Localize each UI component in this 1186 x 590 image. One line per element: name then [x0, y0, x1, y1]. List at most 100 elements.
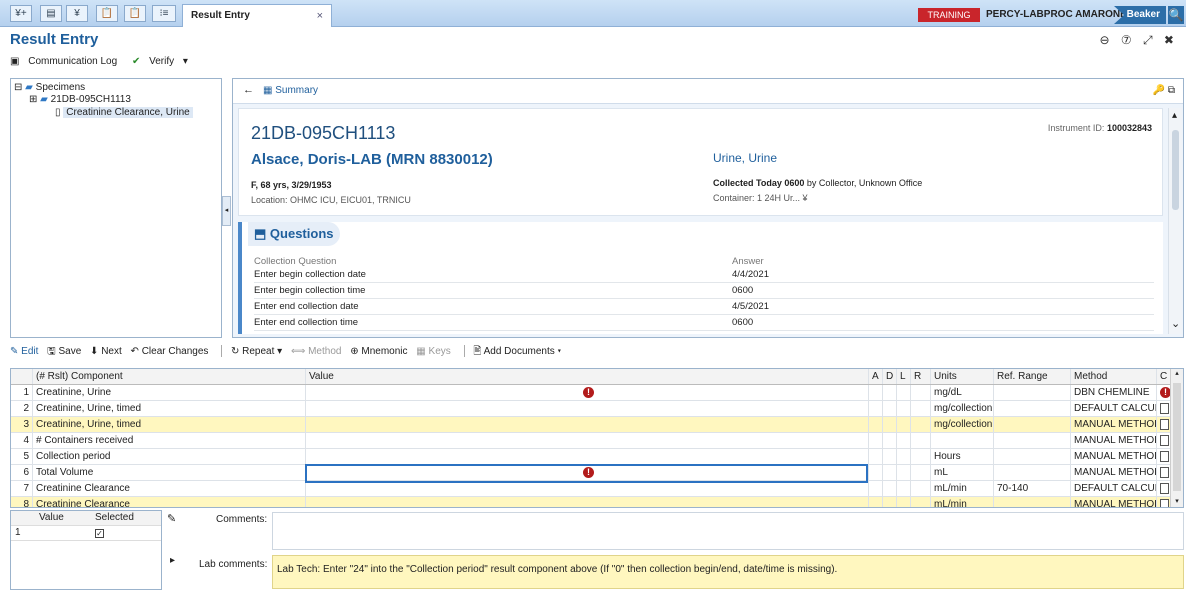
summary-scrollbar[interactable]: ▴ ⌄ [1168, 108, 1182, 334]
questions-header[interactable]: ⬒ Questions [248, 222, 340, 246]
active-value-cell[interactable] [305, 464, 868, 483]
lab-comments-label: Lab comments: [199, 559, 268, 570]
value-cell[interactable] [306, 417, 869, 432]
questions-icon: ⬒ [254, 226, 267, 241]
close-icon[interactable]: × [317, 5, 323, 27]
pencil-icon[interactable]: ✎ [167, 512, 176, 525]
table-row[interactable]: 2 Creatinine, Urine, timed mg/collection… [11, 401, 1171, 417]
table-row[interactable]: 5 Collection period Hours MANUAL METHOD [11, 449, 1171, 465]
document-icon [1160, 498, 1169, 507]
table-row[interactable]: 7 Creatinine Clearance mL/min 70-140 DEF… [11, 481, 1171, 497]
col-value[interactable]: Value [306, 369, 869, 384]
selection-row[interactable]: 1 ✓ [11, 526, 161, 541]
next-button[interactable]: ⬇ Next [90, 346, 122, 357]
add-documents-button[interactable]: 🖹 Add Documents ▾ [473, 346, 561, 357]
folder-icon: ▰ [25, 82, 33, 93]
top-bar: ¥+ ▤ ¥ 📋 📋 ⁝≡ Result Entry × TRAINING PE… [0, 0, 1186, 27]
clipboard2-button[interactable]: 📋 [124, 5, 146, 22]
question-row: Enter end collection time 0600 [254, 315, 1154, 331]
question-row: Enter begin collection time 0600 [254, 283, 1154, 299]
col-units[interactable]: Units [931, 369, 994, 384]
col-component[interactable]: (# Rslt) Component [33, 369, 306, 384]
lab-comments-field: Lab Tech: Enter "24" into the "Collectio… [272, 555, 1184, 589]
value-cell[interactable] [306, 497, 869, 507]
grid-scrollbar[interactable]: ▴ ▾ [1170, 369, 1183, 507]
value-cell[interactable] [306, 433, 869, 448]
worklist-button[interactable]: ⁝≡ [152, 5, 176, 22]
table-row[interactable]: 1 Creatinine, Urine ! mg/dL DBN CHEMLINE… [11, 385, 1171, 401]
collection-info: Collected Today 0600 by Collector, Unkno… [713, 178, 923, 188]
table-row[interactable]: 8 Creatinine Clearance mL/min MANUAL MET… [11, 497, 1171, 507]
collapse-left-pane-button[interactable]: ◂ [222, 196, 231, 226]
col-r[interactable]: R [911, 369, 931, 384]
communication-log-button[interactable]: ▣ Communication Log [10, 56, 126, 67]
col-l[interactable]: L [897, 369, 911, 384]
col-method[interactable]: Method [1071, 369, 1157, 384]
document-icon [1160, 434, 1169, 446]
value-cell[interactable]: ! [306, 385, 869, 400]
user-name[interactable]: PERCY-LABPROC AMARONE [986, 8, 1127, 22]
comments-field[interactable] [272, 512, 1184, 550]
clipboard-button[interactable]: 📋 [96, 5, 118, 22]
specimen-tree: ⊟ ▰ Specimens ⊞ ▰ 21DB-095CH1113 ▯ Creat… [10, 78, 222, 338]
chevron-down-icon: ▾ [182, 56, 188, 67]
pane-tools-icon[interactable]: 🔑 ⧉ [1153, 85, 1175, 96]
document-icon [1160, 466, 1169, 478]
repeat-button[interactable]: ↻ Repeat ▾ [231, 346, 282, 357]
value-cell[interactable] [306, 481, 869, 496]
method-button[interactable]: ⟺ Method [291, 346, 341, 357]
questions-section: ⬒ Questions Collection Question Answer E… [238, 222, 1163, 334]
window-controls[interactable]: ⊖ ⑦ ⤢ ✖ [1100, 33, 1178, 48]
comments-label: Comments: [216, 514, 268, 525]
col-c[interactable]: C [1157, 369, 1171, 384]
expand-arrow-icon[interactable]: ▸ [170, 555, 175, 566]
selected-checkbox[interactable]: ✓ [95, 529, 104, 538]
patient-demographics: F, 68 yrs, 3/29/1953 [251, 180, 332, 190]
tab-label: Result Entry [191, 10, 250, 21]
collapse-icon[interactable]: ⊟ [14, 82, 22, 93]
scroll-up-icon[interactable]: ▴ [1171, 369, 1183, 377]
selection-header: Value Selected [11, 511, 161, 526]
search-icon[interactable]: 🔍 [1168, 6, 1184, 24]
value-cell[interactable] [306, 449, 869, 464]
keys-button[interactable]: ▦ Keys [416, 346, 450, 357]
add-specimen-button[interactable]: ¥+ [10, 5, 32, 22]
document-icon [1160, 418, 1169, 430]
scroll-thumb[interactable] [1172, 130, 1179, 210]
tree-test[interactable]: ▯ Creatinine Clearance, Urine [55, 107, 193, 118]
value-cell[interactable] [306, 401, 869, 416]
specimen-summary-card: 21DB-095CH1113 Instrument ID: 100032843 … [238, 108, 1163, 216]
specimen-id: 21DB-095CH1113 [251, 123, 396, 143]
tab-summary[interactable]: ▦ Summary [263, 85, 318, 96]
back-icon[interactable]: ← [243, 84, 254, 96]
list-button[interactable]: ▤ [40, 5, 62, 22]
edit-button[interactable]: ✎ Edit [10, 346, 38, 357]
result-toolbar: ✎ Edit 🖫 Save ⬇ Next ↶ Clear Changes ↻ R… [10, 344, 1184, 360]
scroll-up-icon[interactable]: ▴ [1172, 110, 1177, 121]
table-row[interactable]: 4 # Containers received MANUAL METHOD [11, 433, 1171, 449]
expand-icon[interactable]: ⊞ [29, 94, 37, 105]
printer-icon: ▣ [10, 56, 20, 67]
col-a[interactable]: A [869, 369, 883, 384]
scroll-down-icon[interactable]: ⌄ [1171, 317, 1180, 330]
grid-header: (# Rslt) Component Value A D L R Units R… [11, 369, 1171, 385]
page-title: Result Entry [10, 31, 99, 48]
scroll-thumb[interactable] [1173, 383, 1181, 491]
question-row: Enter end collection date 4/5/2021 [254, 299, 1154, 315]
tree-root[interactable]: ⊟ ▰ Specimens [14, 82, 85, 93]
tab-result-entry[interactable]: Result Entry × [182, 4, 332, 27]
instrument-id: Instrument ID: 100032843 [1047, 123, 1152, 133]
col-d[interactable]: D [883, 369, 897, 384]
patient-name[interactable]: Alsace, Doris-LAB (MRN 8830012) [251, 151, 493, 168]
mnemonic-button[interactable]: ⊕ Mnemonic [350, 346, 407, 357]
verify-button[interactable]: ✔ Verify ▾ [132, 56, 194, 67]
tree-specimen[interactable]: ⊞ ▰ 21DB-095CH1113 [29, 94, 131, 105]
scroll-down-icon[interactable]: ▾ [1171, 497, 1183, 505]
table-row[interactable]: 3 Creatinine, Urine, timed mg/collection… [11, 417, 1171, 433]
specimen-button[interactable]: ¥ [66, 5, 88, 22]
folder-icon: ▰ [40, 94, 48, 105]
activity-toolbar: ▣ Communication Log ✔ Verify ▾ [10, 56, 200, 67]
save-button[interactable]: 🖫 Save [47, 346, 81, 357]
col-ref-range[interactable]: Ref. Range [994, 369, 1071, 384]
clear-changes-button[interactable]: ↶ Clear Changes [131, 346, 209, 357]
